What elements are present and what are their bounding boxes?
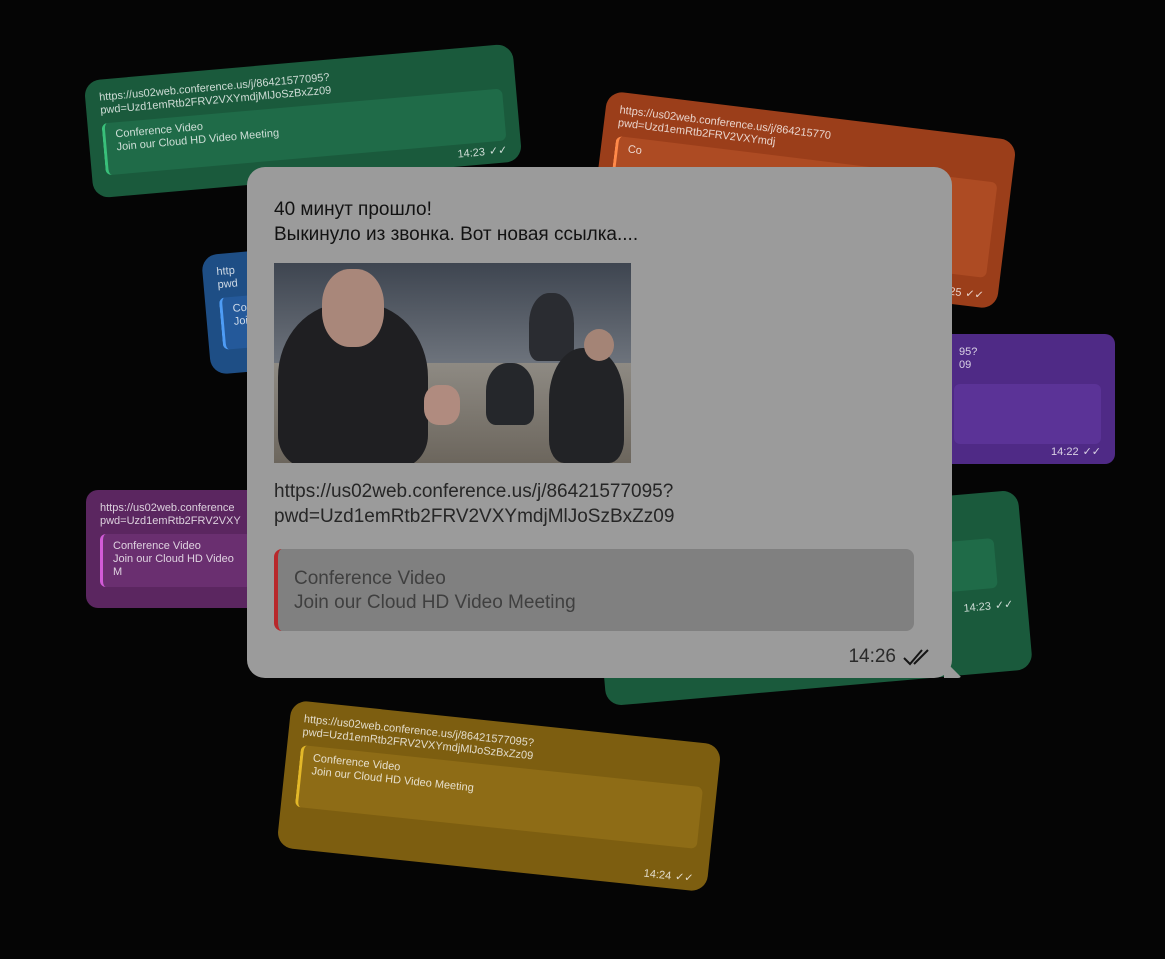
double-check-icon xyxy=(903,649,929,666)
message-link[interactable]: 95? 09 xyxy=(959,346,1101,372)
message-time: 14:26 xyxy=(848,646,896,667)
double-check-icon: ✓✓ xyxy=(964,287,985,302)
message-text-line-1: 40 минут прошло! xyxy=(274,199,432,220)
message-link-line-2[interactable]: pwd=Uzd1emRtb2FRV2VXYmdjMlJoSzBxZz09 xyxy=(274,504,914,529)
preview-title: Conference Video xyxy=(294,568,446,589)
link-preview[interactable] xyxy=(954,384,1101,444)
message-meta: 14:26 xyxy=(848,646,934,668)
link-preview[interactable]: Conference Video Join our Cloud HD Video… xyxy=(100,534,252,587)
photo-figure-hand xyxy=(424,385,460,425)
message-link-line-1[interactable]: https://us02web.conference.us/j/86421577… xyxy=(274,479,914,504)
message-text-line-2: Выкинуло из звонка. Вот новая ссылка.... xyxy=(274,224,639,245)
double-check-icon: ✓✓ xyxy=(1082,446,1101,458)
bg-message-gold-bottom: https://us02web.conference.us/j/86421577… xyxy=(276,699,722,893)
main-message-bubble[interactable]: 40 минут прошло! Выкинуло из звонка. Вот… xyxy=(247,167,952,678)
message-link[interactable]: https://us02web.conference pwd=Uzd1emRtb… xyxy=(100,502,252,528)
message-time: 14:23 ✓✓ xyxy=(963,598,1014,615)
double-check-icon: ✓✓ xyxy=(994,598,1014,613)
preview-description: Join our Cloud HD Video M xyxy=(113,553,234,578)
preview-description: Join our Cloud HD Video Meeting xyxy=(294,592,576,613)
bg-message-magenta-left: https://us02web.conference pwd=Uzd1emRtb… xyxy=(86,490,266,608)
photo-figure-standing xyxy=(529,293,574,361)
message-time: 14:23 ✓✓ xyxy=(457,144,508,161)
photo-figure-kneeling-right xyxy=(549,348,624,463)
double-check-icon: ✓✓ xyxy=(674,870,695,885)
message-link[interactable]: https://us02web.conference.us/j/86421577… xyxy=(274,479,914,529)
photo-figure-face xyxy=(322,269,384,347)
message-time: 14:22 ✓✓ xyxy=(1051,446,1101,458)
preview-title: Conference Video xyxy=(113,540,201,552)
photo-figure-kneeling-left xyxy=(486,363,534,425)
link-preview-card[interactable]: Conference Video Join our Cloud HD Video… xyxy=(274,549,914,631)
photo-figure-head-right xyxy=(584,329,614,361)
double-check-icon: ✓✓ xyxy=(488,144,508,158)
message-time: 14:24 ✓✓ xyxy=(643,867,695,885)
meme-photo[interactable] xyxy=(274,263,631,463)
